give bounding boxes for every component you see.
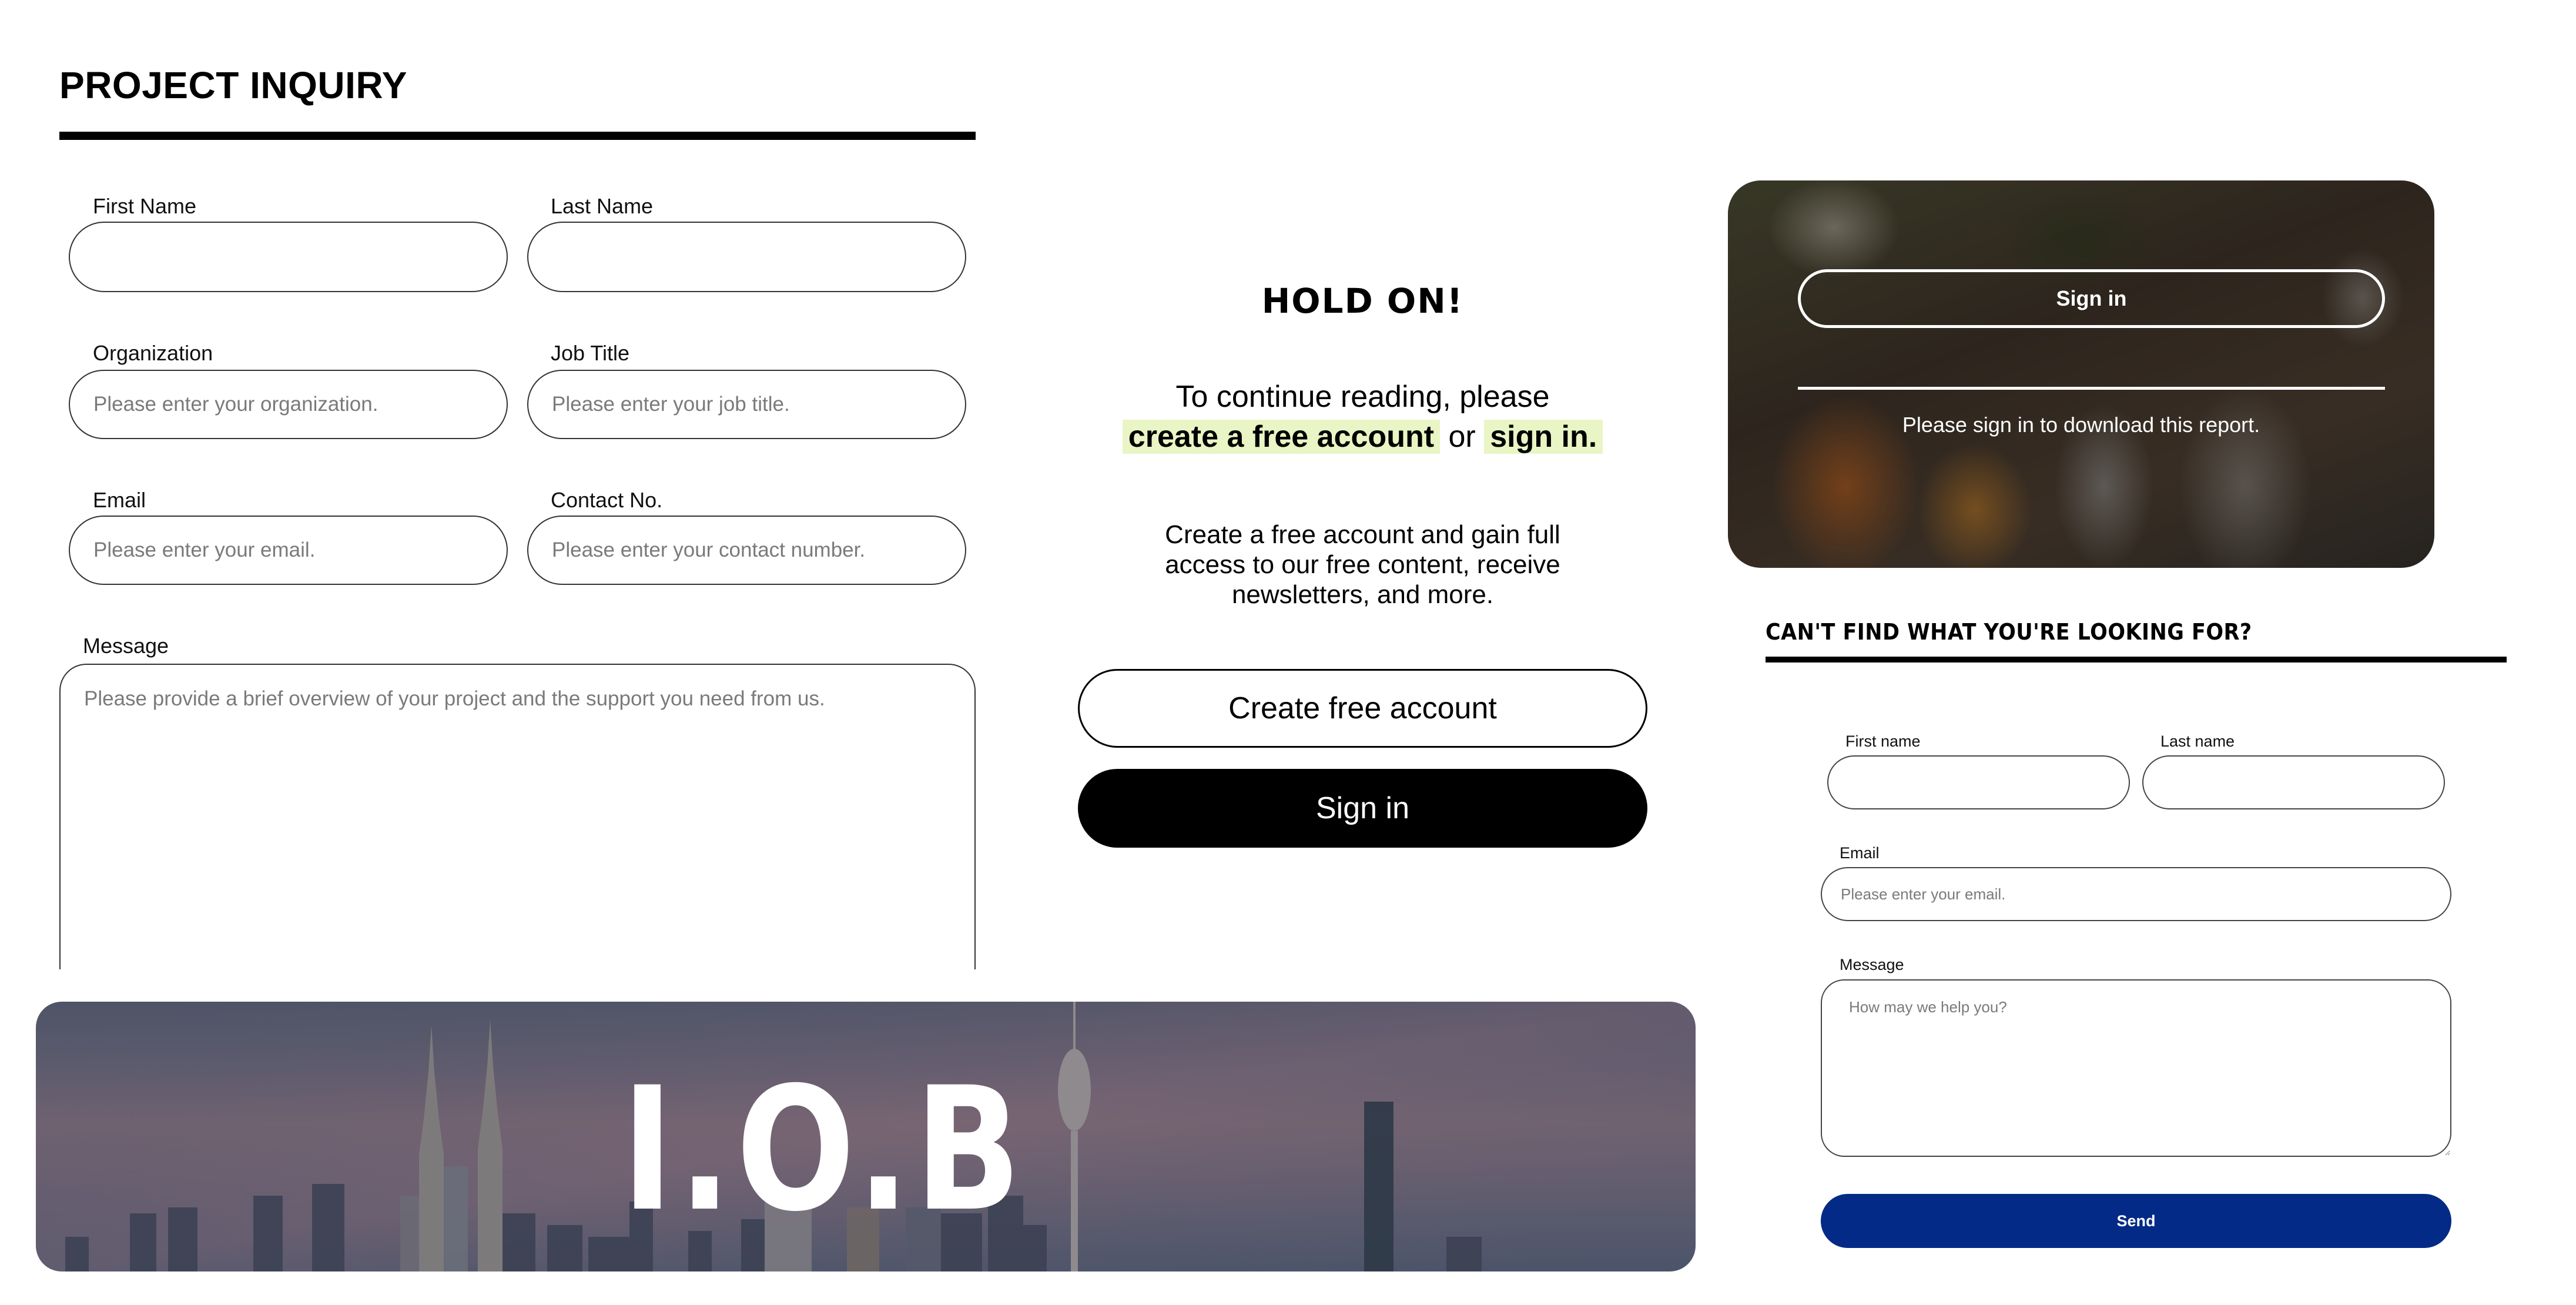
sign-in-link[interactable]: sign in. xyxy=(1484,420,1603,454)
contact-last-name-input[interactable] xyxy=(2142,755,2445,809)
last-name-input[interactable] xyxy=(527,222,966,292)
paywall-intro: To continue reading, please xyxy=(1175,380,1550,414)
contact-form-title: CAN'T FIND WHAT YOU'RE LOOKING FOR? xyxy=(1766,619,2252,645)
first-name-input[interactable] xyxy=(69,222,508,292)
paywall-cta-line: create a free account or sign in. xyxy=(1078,419,1647,454)
paywall-title: HOLD ON! xyxy=(1261,281,1464,321)
email-label: Email xyxy=(93,488,146,512)
paywall-description: Create a free account and gain full acce… xyxy=(1165,520,1560,609)
card-divider xyxy=(1798,387,2385,390)
first-name-label: First Name xyxy=(93,194,197,218)
card-sign-in-button[interactable]: Sign in xyxy=(1798,269,2385,328)
contact-message-label: Message xyxy=(1840,956,1904,973)
contact-message-textarea[interactable] xyxy=(1821,979,2451,1157)
message-label: Message xyxy=(83,634,169,658)
title-divider xyxy=(59,132,976,140)
email-input[interactable] xyxy=(69,516,508,585)
contact-email-input[interactable] xyxy=(1821,867,2451,921)
contact-email-label: Email xyxy=(1840,844,1880,862)
contact-number-label: Contact No. xyxy=(551,488,663,512)
download-report-card: Sign in Please sign in to download this … xyxy=(1728,180,2434,568)
contact-first-name-input[interactable] xyxy=(1827,755,2130,809)
send-button[interactable]: Send xyxy=(1821,1194,2451,1248)
project-inquiry-title: PROJECT INQUIRY xyxy=(59,64,407,106)
create-account-link[interactable]: create a free account xyxy=(1122,420,1441,454)
job-title-input[interactable] xyxy=(527,370,966,439)
organization-label: Organization xyxy=(93,341,213,365)
contact-last-name-label: Last name xyxy=(2160,732,2235,750)
sign-in-button[interactable]: Sign in xyxy=(1078,769,1647,848)
job-title-label: Job Title xyxy=(551,341,630,365)
paywall-connector: or xyxy=(1448,420,1476,454)
iob-banner: I.O.B xyxy=(36,1002,1696,1271)
download-message: Please sign in to download this report. xyxy=(1902,413,2260,437)
organization-input[interactable] xyxy=(69,370,508,439)
contact-first-name-label: First name xyxy=(1845,732,1921,750)
photo-overlay xyxy=(1728,180,2434,568)
create-free-account-button[interactable]: Create free account xyxy=(1078,669,1647,748)
contact-number-input[interactable] xyxy=(527,516,966,585)
message-textarea[interactable] xyxy=(59,664,976,969)
iob-logo: I.O.B xyxy=(621,1051,1026,1249)
contact-title-divider xyxy=(1766,657,2507,662)
last-name-label: Last Name xyxy=(551,194,654,218)
